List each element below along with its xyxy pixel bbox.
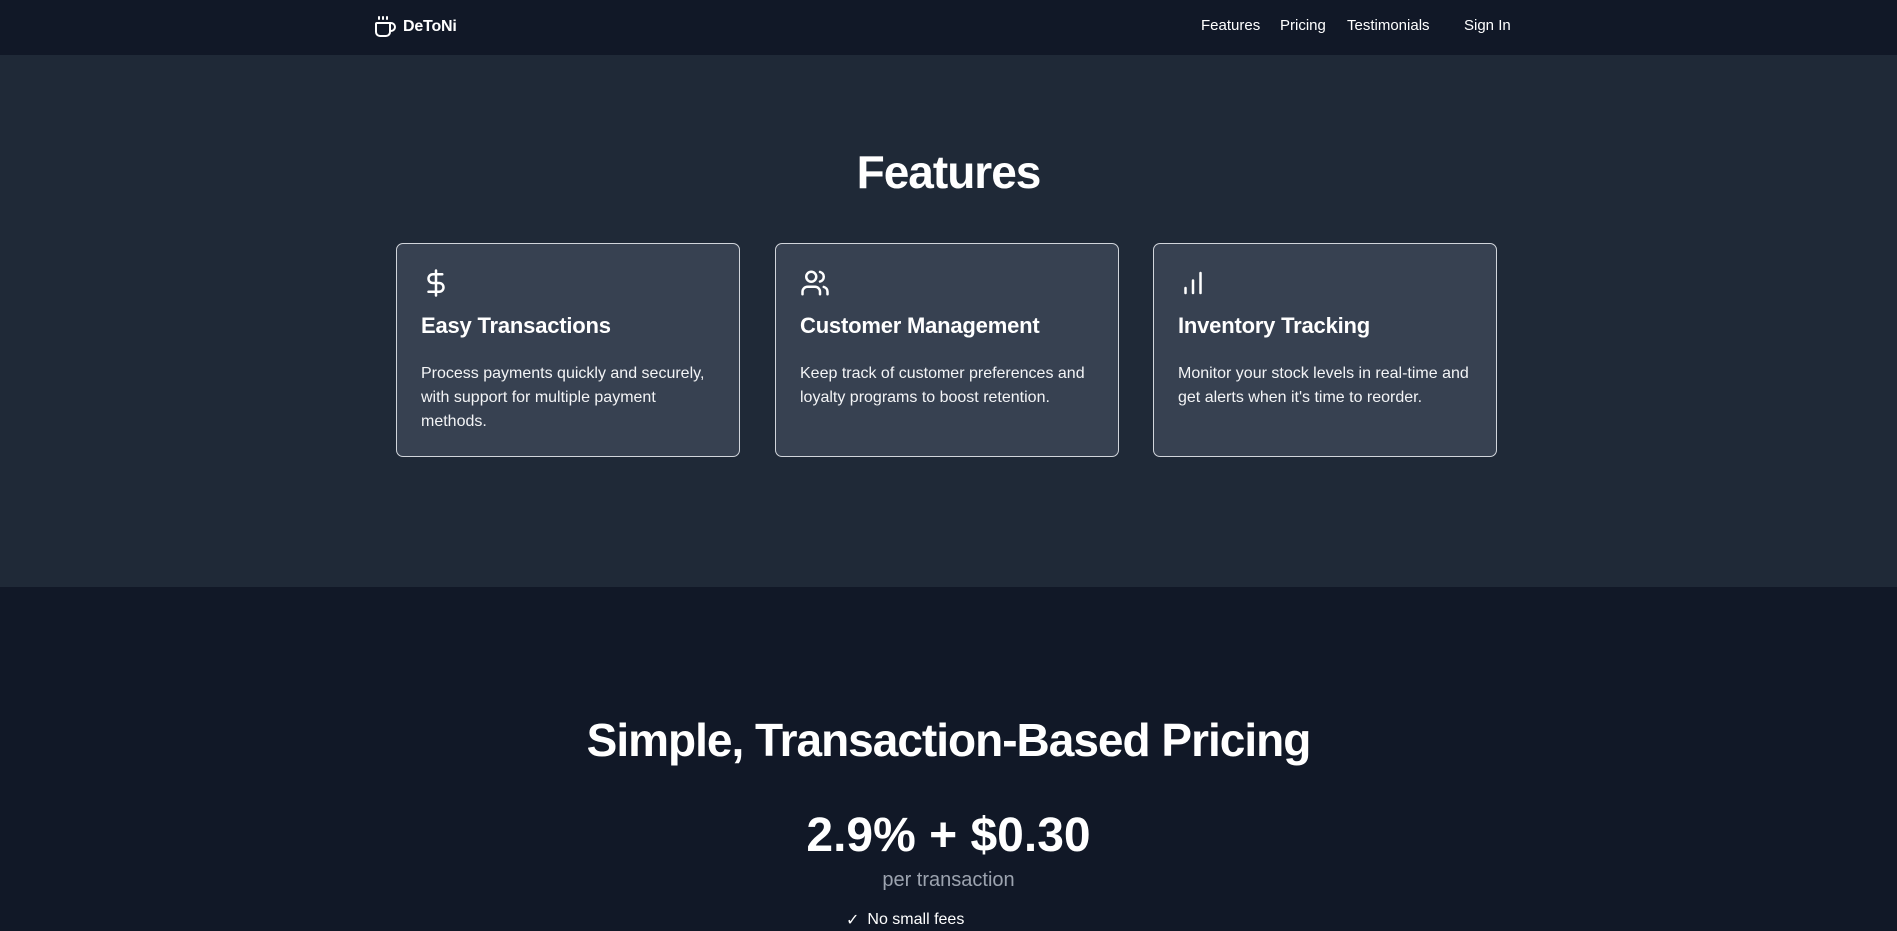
coffee-cup-icon: [375, 16, 396, 37]
nav-link-pricing[interactable]: Pricing: [1280, 17, 1326, 37]
feature-card-title: Inventory Tracking: [1178, 313, 1371, 338]
nav-link-testimonials[interactable]: Testimonials: [1347, 17, 1430, 37]
check-icon: ✓: [846, 912, 860, 929]
pricing-feature-item: ✓ No small fees: [846, 909, 964, 931]
price-unit: per transaction: [882, 869, 1015, 891]
users-icon: [801, 270, 829, 296]
pricing-feature-label: No small fees: [867, 911, 965, 928]
bar-chart-icon: [1184, 271, 1202, 295]
feature-card-customer-management: Customer Management Keep track of custom…: [775, 243, 1119, 457]
brand-logo[interactable]: DeToNi: [373, 15, 457, 39]
brand-name: DeToNi: [403, 18, 457, 35]
price-value: 2.9% + $0.30: [806, 809, 1091, 862]
feature-card-description: Keep track of customer preferences and l…: [800, 365, 1085, 406]
feature-card-description: Process payments quickly and securely, w…: [421, 365, 705, 430]
pricing-heading: Simple, Transaction-Based Pricing: [586, 714, 1312, 766]
feature-card-title: Easy Transactions: [421, 313, 611, 338]
top-navigation-bar: DeToNi Features Pricing Testimonials Sig…: [0, 0, 1897, 55]
feature-card-easy-transactions: Easy Transactions Process payments quick…: [396, 243, 740, 457]
dollar-sign-icon: [427, 269, 445, 297]
features-heading: Features: [856, 146, 1042, 198]
feature-card-inventory-tracking: Inventory Tracking Monitor your stock le…: [1153, 243, 1497, 457]
feature-card-title: Customer Management: [800, 313, 1040, 338]
sign-in-link[interactable]: Sign In: [1464, 17, 1511, 37]
nav-link-features[interactable]: Features: [1201, 17, 1260, 37]
feature-card-description: Monitor your stock levels in real-time a…: [1178, 365, 1469, 406]
